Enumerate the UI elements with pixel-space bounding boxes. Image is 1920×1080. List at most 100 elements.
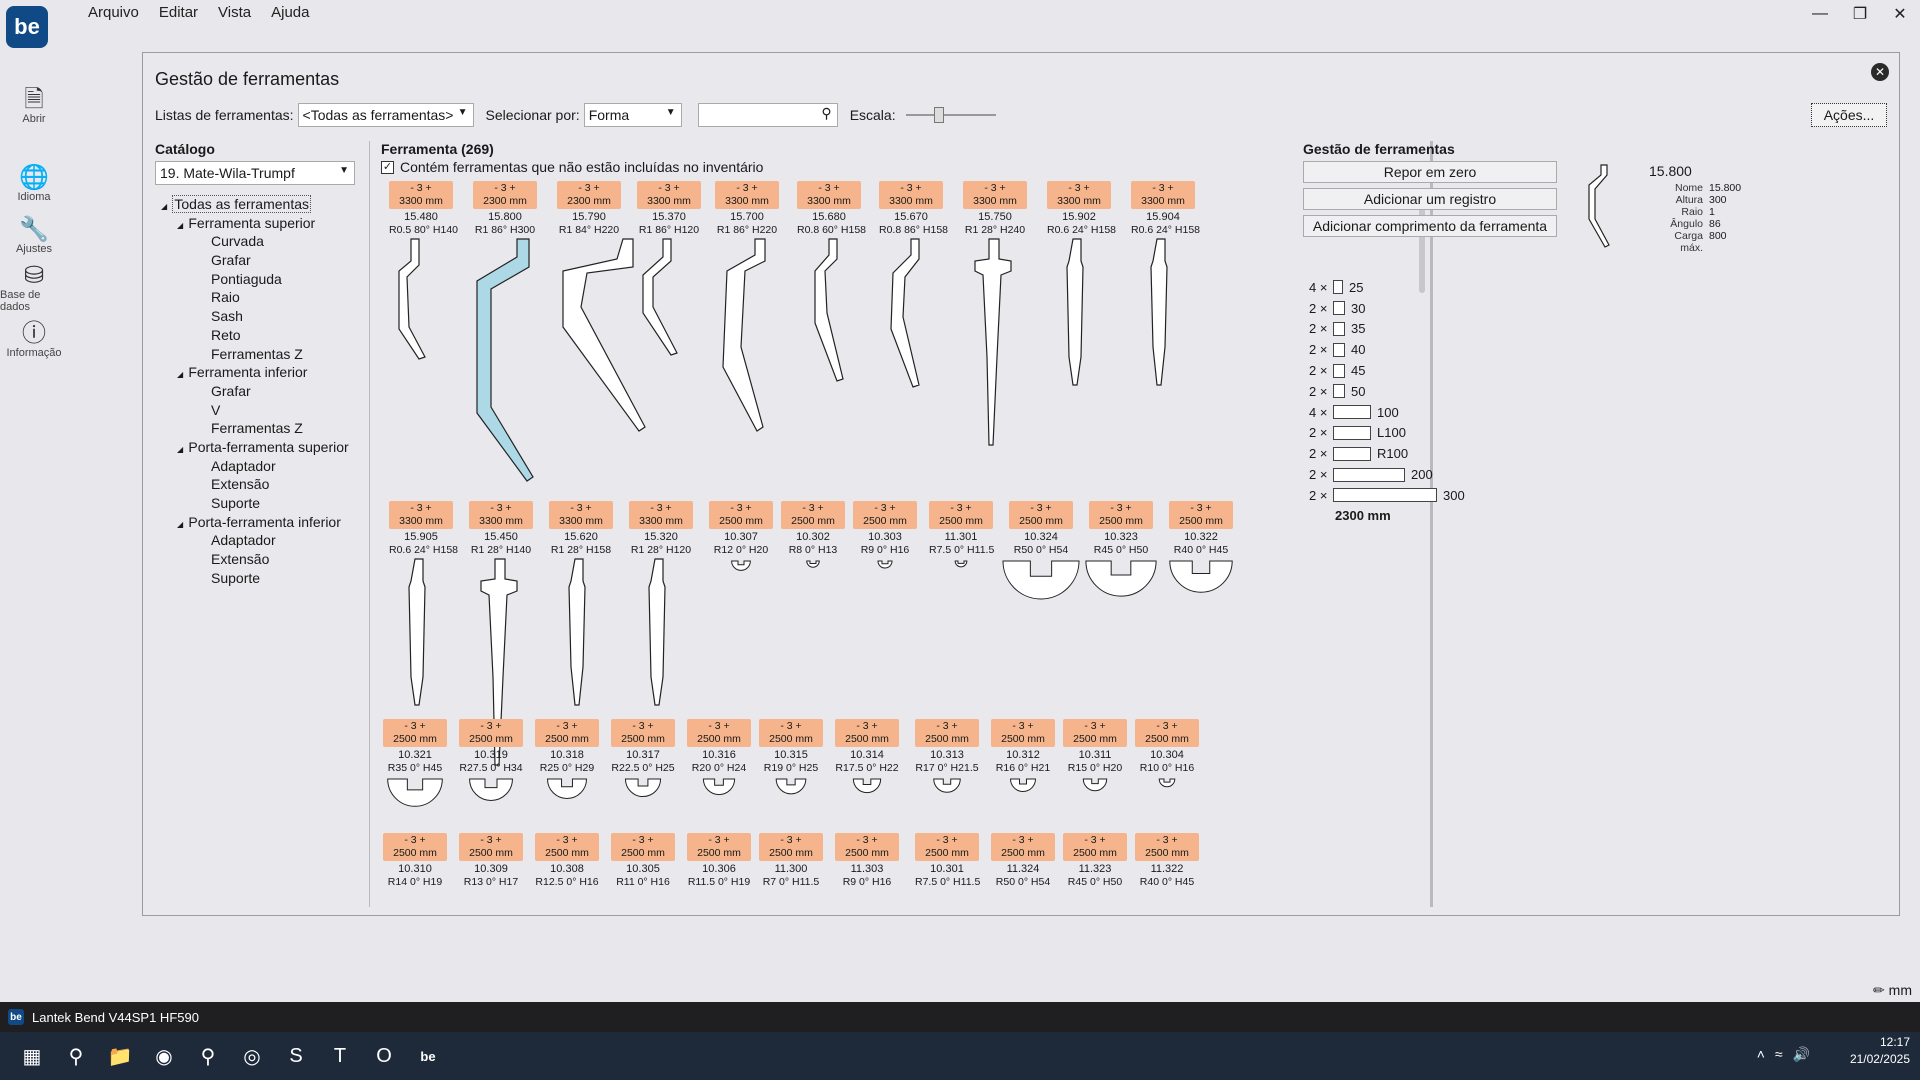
tool-card[interactable]: - 3 +2500 mm 10.307 R12 0° H20 — [709, 501, 773, 607]
qty-stepper[interactable]: - 3 + — [459, 720, 523, 733]
segment-row[interactable]: 2 × 30 — [1309, 298, 1465, 319]
tool-quantity-badge[interactable]: - 3 +3300 mm — [469, 501, 533, 529]
tree-item[interactable]: ◢ Todas as ferramentas — [161, 195, 361, 214]
menu-arquivo[interactable]: Arquivo — [78, 0, 149, 26]
add-record-button[interactable]: Adicionar um registro — [1303, 188, 1557, 210]
segment-row[interactable]: 2 × L100 — [1309, 423, 1465, 444]
menu-vista[interactable]: Vista — [208, 0, 261, 26]
tool-quantity-badge[interactable]: - 3 +2500 mm — [1135, 719, 1199, 747]
qty-stepper[interactable]: - 3 + — [1047, 182, 1111, 195]
maps-icon[interactable]: ⚲ — [186, 1032, 230, 1080]
tree-item[interactable]: Grafar — [161, 251, 361, 270]
tool-quantity-badge[interactable]: - 3 +2500 mm — [535, 833, 599, 861]
tool-card[interactable]: - 3 +2500 mm 10.324 R50 0° H54 — [1002, 501, 1080, 607]
tool-card[interactable]: - 3 +2500 mm 10.305 R11 0° H16 — [611, 833, 675, 889]
expand-icon[interactable]: ◢ — [161, 202, 169, 211]
qty-stepper[interactable]: - 3 + — [835, 834, 899, 847]
tool-quantity-badge[interactable]: - 3 +2500 mm — [991, 719, 1055, 747]
tool-quantity-badge[interactable]: - 3 +2500 mm — [1063, 719, 1127, 747]
tool-quantity-badge[interactable]: - 3 +3300 mm — [963, 181, 1027, 209]
catalog-select[interactable]: 19. Mate-Wila-Trumpf ▼ — [155, 161, 355, 185]
tree-item[interactable]: Pontiaguda — [161, 270, 361, 289]
qty-stepper[interactable]: - 3 + — [1135, 720, 1199, 733]
chevron-up-icon[interactable]: ˄ — [1757, 1046, 1765, 1063]
tool-quantity-badge[interactable]: - 3 +2500 mm — [383, 833, 447, 861]
qty-stepper[interactable]: - 3 + — [1063, 834, 1127, 847]
tool-quantity-badge[interactable]: - 3 +2500 mm — [1169, 501, 1233, 529]
tool-quantity-badge[interactable]: - 3 +2500 mm — [835, 833, 899, 861]
qty-stepper[interactable]: - 3 + — [709, 502, 773, 515]
tool-quantity-badge[interactable]: - 3 +3300 mm — [1131, 181, 1195, 209]
tool-quantity-badge[interactable]: - 3 +3300 mm — [389, 501, 453, 529]
search-input[interactable]: ⚲ — [697, 103, 838, 127]
tool-quantity-badge[interactable]: - 3 +3300 mm — [629, 501, 693, 529]
qty-stepper[interactable]: - 3 + — [1009, 502, 1073, 515]
nav-informacao[interactable]: ⓘ Informação — [0, 314, 68, 366]
tool-quantity-badge[interactable]: - 3 +3300 mm — [1047, 181, 1111, 209]
tool-card[interactable]: - 3 +3300 mm 15.370 R1 86° H120 — [637, 181, 701, 447]
tool-quantity-badge[interactable]: - 3 +2500 mm — [1089, 501, 1153, 529]
tool-quantity-badge[interactable]: - 3 +2500 mm — [991, 833, 1055, 861]
qty-stepper[interactable]: - 3 + — [879, 182, 943, 195]
tool-card[interactable]: - 3 +2500 mm 10.306 R11.5 0° H19 — [687, 833, 751, 889]
tree-item[interactable]: Sash — [161, 307, 361, 326]
tool-quantity-badge[interactable]: - 3 +2500 mm — [929, 501, 993, 529]
inventory-checkbox[interactable]: ✓ — [381, 160, 394, 174]
tree-item[interactable]: Adaptador — [161, 531, 361, 550]
segment-row[interactable]: 4 × 25 — [1309, 277, 1465, 298]
tool-card[interactable]: - 3 +2500 mm 10.313 R17 0° H21.5 — [915, 719, 979, 825]
wifi-icon[interactable]: ≈ — [1775, 1046, 1783, 1063]
tool-quantity-badge[interactable]: - 3 +2500 mm — [535, 719, 599, 747]
tool-quantity-badge[interactable]: - 3 +2500 mm — [759, 719, 823, 747]
qty-stepper[interactable]: - 3 + — [991, 834, 1055, 847]
tool-card[interactable]: - 3 +3300 mm 15.700 R1 86° H220 — [715, 181, 779, 447]
tree-item[interactable]: ◢ Porta-ferramenta inferior — [161, 513, 361, 532]
unit-indicator[interactable]: ✏ mm — [1873, 982, 1912, 999]
tree-item[interactable]: Curvada — [161, 232, 361, 251]
tool-quantity-badge[interactable]: - 3 +3300 mm — [549, 501, 613, 529]
tool-card[interactable]: - 3 +2500 mm 11.323 R45 0° H50 — [1063, 833, 1127, 889]
tool-card[interactable]: - 3 +2500 mm 11.301 R7.5 0° H11.5 — [929, 501, 994, 607]
tool-card[interactable]: - 3 +2500 mm 10.309 R13 0° H17 — [459, 833, 523, 889]
minimize-icon[interactable]: — — [1800, 0, 1840, 28]
slider-thumb[interactable] — [933, 107, 944, 123]
tree-item[interactable]: ◢ Ferramenta superior — [161, 214, 361, 233]
qty-stepper[interactable]: - 3 + — [835, 720, 899, 733]
qty-stepper[interactable]: - 3 + — [469, 502, 533, 515]
chrome-icon[interactable]: ◎ — [230, 1032, 274, 1080]
tool-card[interactable]: - 3 +2500 mm 10.311 R15 0° H20 — [1063, 719, 1127, 825]
tree-item[interactable]: Adaptador — [161, 457, 361, 476]
qty-stepper[interactable]: - 3 + — [991, 720, 1055, 733]
qty-stepper[interactable]: - 3 + — [383, 834, 447, 847]
app-logo[interactable]: be — [6, 6, 48, 48]
tool-quantity-badge[interactable]: - 3 +2300 mm — [473, 181, 537, 209]
tree-item[interactable]: Suporte — [161, 569, 361, 588]
tool-card[interactable]: - 3 +2500 mm 10.304 R10 0° H16 — [1135, 719, 1199, 825]
qty-stepper[interactable]: - 3 + — [781, 502, 845, 515]
segment-row[interactable]: 2 × 50 — [1309, 381, 1465, 402]
tool-card[interactable]: - 3 +2500 mm 10.321 R35 0° H45 — [383, 719, 447, 825]
tool-card[interactable]: - 3 +2500 mm 10.318 R25 0° H29 — [535, 719, 599, 825]
tool-quantity-badge[interactable]: - 3 +2500 mm — [1135, 833, 1199, 861]
tree-item[interactable]: Raio — [161, 288, 361, 307]
tool-lists-select[interactable]: <Todas as ferramentas> ▼ — [297, 103, 474, 127]
tool-quantity-badge[interactable]: - 3 +2300 mm — [557, 181, 621, 209]
speaker-icon[interactable]: 🔊 — [1793, 1046, 1810, 1063]
tool-card[interactable]: - 3 +2500 mm 10.315 R19 0° H25 — [759, 719, 823, 825]
tool-quantity-badge[interactable]: - 3 +2500 mm — [915, 833, 979, 861]
teams-icon[interactable]: T — [318, 1032, 362, 1080]
tool-card[interactable]: - 3 +2500 mm 10.303 R9 0° H16 — [853, 501, 917, 607]
segment-row[interactable]: 2 × 45 — [1309, 360, 1465, 381]
tree-item[interactable]: Ferramentas Z — [161, 419, 361, 438]
qty-stepper[interactable]: - 3 + — [1135, 834, 1199, 847]
tool-quantity-badge[interactable]: - 3 +2500 mm — [687, 719, 751, 747]
actions-button[interactable]: Ações... — [1811, 103, 1887, 127]
qty-stepper[interactable]: - 3 + — [549, 502, 613, 515]
qty-stepper[interactable]: - 3 + — [687, 834, 751, 847]
select-by-select[interactable]: Forma ▼ — [583, 103, 682, 127]
edge-icon[interactable]: ◉ — [142, 1032, 186, 1080]
tool-card[interactable]: - 3 +2500 mm 10.308 R12.5 0° H16 — [535, 833, 599, 889]
qty-stepper[interactable]: - 3 + — [759, 720, 823, 733]
qty-stepper[interactable]: - 3 + — [389, 182, 453, 195]
expand-icon[interactable]: ◢ — [177, 445, 185, 454]
